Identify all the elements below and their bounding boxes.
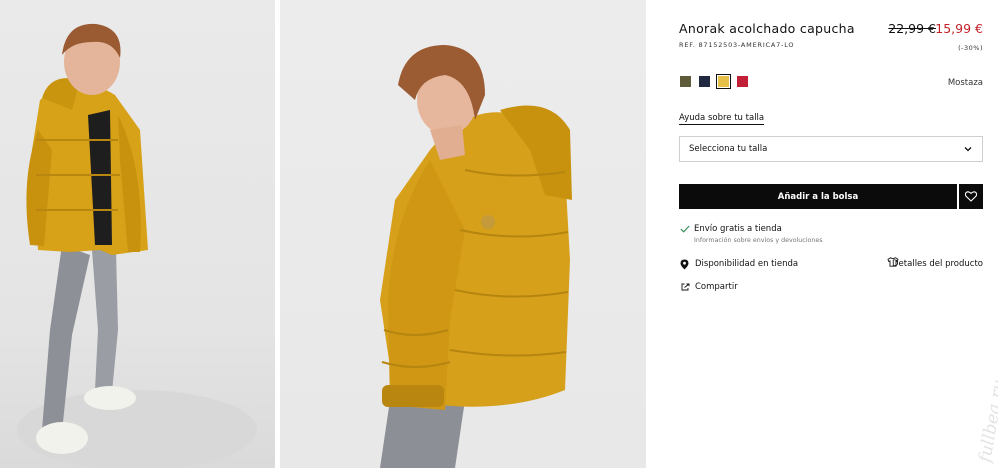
product-title: Anorak acolchado capucha bbox=[679, 21, 855, 36]
sale-price: 15,99 € bbox=[935, 21, 983, 36]
size-select-label: Selecciona tu talla bbox=[689, 144, 768, 154]
product-photo-front[interactable] bbox=[0, 0, 275, 468]
selected-color-name: Mostaza bbox=[947, 78, 983, 88]
discount-badge: (-30%) bbox=[958, 44, 983, 52]
product-info-panel: Anorak acolchado capucha REF. 87152503-A… bbox=[679, 0, 983, 468]
product-gallery bbox=[0, 0, 646, 468]
color-swatch-red[interactable] bbox=[736, 75, 749, 88]
size-select[interactable]: Selecciona tu talla bbox=[679, 136, 983, 162]
favorite-button[interactable] bbox=[959, 184, 983, 209]
color-swatch-khaki[interactable] bbox=[679, 75, 692, 88]
product-ref: REF. 87152503-AMERICA7-LO bbox=[679, 41, 795, 49]
location-pin-icon bbox=[680, 259, 689, 270]
color-swatch-mostaza[interactable] bbox=[716, 74, 731, 89]
old-price: 22,99 € bbox=[888, 21, 936, 36]
svg-text:fullbea.ru: fullbea.ru bbox=[975, 378, 998, 465]
size-help-link[interactable]: Ayuda sobre tu talla bbox=[679, 113, 765, 125]
shipping-title: Envío gratis a tienda bbox=[694, 224, 782, 234]
check-icon bbox=[680, 225, 690, 233]
color-swatch-navy[interactable] bbox=[698, 75, 711, 88]
color-swatches bbox=[679, 74, 749, 89]
chevron-down-icon bbox=[964, 147, 972, 152]
share-icon bbox=[681, 283, 690, 291]
shipping-info-link[interactable]: Información sobre envíos y devoluciones bbox=[694, 237, 823, 244]
photo-front-illustration bbox=[17, 23, 257, 468]
watermark-logo: fullbea.ru bbox=[975, 378, 998, 465]
share-link[interactable]: Compartir bbox=[695, 282, 738, 292]
product-details-link[interactable]: Detalles del producto bbox=[892, 259, 983, 269]
store-availability-link[interactable]: Disponibilidad en tienda bbox=[695, 259, 798, 269]
heart-icon bbox=[965, 191, 977, 202]
product-photo-side[interactable] bbox=[280, 0, 646, 468]
add-to-bag-button[interactable]: Añadir a la bolsa bbox=[679, 184, 957, 209]
photo-side-illustration bbox=[380, 45, 572, 468]
